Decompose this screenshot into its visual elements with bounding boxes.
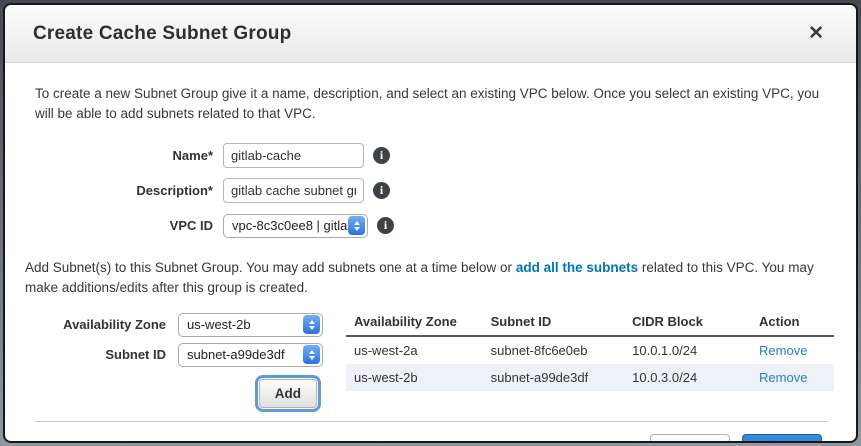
add-all-subnets-link[interactable]: add all the subnets (516, 260, 638, 275)
name-row: Name* i (5, 138, 856, 173)
cell-cidr-block: 10.0.1.0/24 (624, 336, 751, 364)
subnet-id-row: Subnet ID subnet-a99de3df (25, 340, 325, 369)
close-icon[interactable]: ✕ (804, 22, 828, 45)
cancel-button[interactable]: Cancel (650, 434, 730, 443)
select-stepper-icon (303, 315, 320, 334)
remove-link[interactable]: Remove (759, 370, 807, 385)
subnet-picker-area: Availability Zone us-west-2b Subnet ID s… (25, 310, 834, 408)
header-subnet-id: Subnet ID (483, 310, 625, 336)
select-stepper-icon (303, 345, 320, 364)
cell-subnet-id: subnet-a99de3df (483, 364, 625, 391)
instructions-before-link: Add Subnet(s) to this Subnet Group. You … (25, 260, 516, 275)
select-stepper-icon (348, 216, 365, 235)
create-cache-subnet-group-dialog: Create Cache Subnet Group ✕ To create a … (3, 3, 858, 443)
availability-zone-row: Availability Zone us-west-2b (25, 310, 325, 339)
availability-zone-select[interactable]: us-west-2b (178, 313, 323, 337)
availability-zone-selected-value: us-west-2b (187, 317, 303, 332)
cell-availability-zone: us-west-2b (346, 364, 483, 391)
table-row: us-west-2a subnet-8fc6e0eb 10.0.1.0/24 R… (346, 336, 834, 364)
create-button[interactable]: Create (742, 434, 822, 443)
header-availability-zone: Availability Zone (346, 310, 483, 336)
subnet-picker-controls: Availability Zone us-west-2b Subnet ID s… (25, 310, 325, 408)
vpc-id-row: VPC ID vpc-8c3c0ee8 | gitlab i (5, 208, 856, 243)
subnet-id-select[interactable]: subnet-a99de3df (178, 343, 323, 367)
cell-cidr-block: 10.0.3.0/24 (624, 364, 751, 391)
add-button[interactable]: Add (259, 379, 317, 408)
vpc-id-label: VPC ID (5, 218, 213, 233)
description-input[interactable] (223, 178, 364, 203)
vpc-id-select[interactable]: vpc-8c3c0ee8 | gitlab (223, 214, 368, 238)
subnets-table: Availability Zone Subnet ID CIDR Block A… (346, 310, 834, 391)
table-row: us-west-2b subnet-a99de3df 10.0.3.0/24 R… (346, 364, 834, 391)
description-row: Description* i (5, 173, 856, 208)
info-icon[interactable]: i (373, 147, 390, 164)
info-icon[interactable]: i (373, 182, 390, 199)
add-subnet-instructions: Add Subnet(s) to this Subnet Group. You … (25, 258, 832, 298)
header-cidr-block: CIDR Block (624, 310, 751, 336)
add-button-row: Add (25, 379, 325, 408)
subnets-table-container: Availability Zone Subnet ID CIDR Block A… (346, 310, 834, 408)
cell-action: Remove (751, 336, 834, 364)
table-header-row: Availability Zone Subnet ID CIDR Block A… (346, 310, 834, 336)
name-label: Name* (5, 148, 213, 163)
vpc-id-selected-value: vpc-8c3c0ee8 | gitlab (232, 218, 348, 233)
subnet-id-selected-value: subnet-a99de3df (187, 347, 303, 362)
cell-subnet-id: subnet-8fc6e0eb (483, 336, 625, 364)
cell-availability-zone: us-west-2a (346, 336, 483, 364)
name-input[interactable] (223, 143, 364, 168)
dialog-intro-text: To create a new Subnet Group give it a n… (35, 84, 828, 124)
subnet-id-label: Subnet ID (25, 347, 166, 362)
remove-link[interactable]: Remove (759, 343, 807, 358)
dialog-title: Create Cache Subnet Group (33, 23, 804, 45)
description-label: Description* (5, 183, 213, 198)
cell-action: Remove (751, 364, 834, 391)
info-icon[interactable]: i (377, 217, 394, 234)
dialog-header: Create Cache Subnet Group ✕ (5, 5, 856, 63)
form-area: Name* i Description* i VPC ID vpc-8c3c0e… (5, 138, 856, 243)
header-action: Action (751, 310, 834, 336)
availability-zone-label: Availability Zone (25, 317, 166, 332)
dialog-footer: Cancel Create (5, 422, 856, 443)
